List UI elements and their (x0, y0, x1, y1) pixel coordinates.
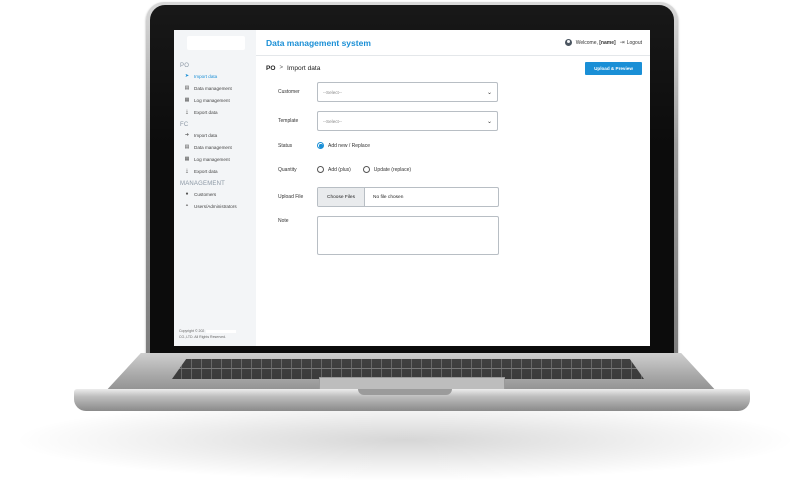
file-input[interactable]: Choose Files No file chosen (317, 187, 499, 207)
logout-label: Logout (626, 39, 642, 46)
quantity-radio-group: Add (plus) Update (replace) (317, 166, 411, 173)
template-row: Template --Select-- ⌄ (278, 111, 498, 131)
document-icon: ▤ (184, 144, 190, 150)
radio-checked-icon (317, 142, 324, 149)
chevron-down-icon: ⌄ (486, 89, 492, 96)
sidebar-item-label: Data management (194, 85, 232, 91)
redacted-year-block (206, 329, 237, 333)
sidebar-section-management: MANAGEMENT (180, 181, 226, 187)
keyboard (172, 359, 644, 379)
sidebar-section-fc: FC (180, 122, 189, 128)
sidebar-item-customers[interactable]: ● Customers (174, 188, 256, 200)
chevron-down-icon: ⌄ (486, 118, 492, 125)
note-row: Note (278, 216, 499, 255)
customer-label: Customer (278, 89, 300, 95)
sidebar-item-fc-log-management[interactable]: ▦ Log management (174, 153, 256, 165)
customer-select-value: --Select-- (323, 89, 342, 95)
app-title: Data management system (266, 37, 371, 48)
arrow-right-icon: ➤ (184, 73, 190, 79)
breadcrumb: PO > Import data (266, 65, 320, 72)
sidebar-item-label: Log management (194, 156, 230, 162)
sidebar-item-fc-data-management[interactable]: ▤ Data management (174, 141, 256, 153)
lid-notch (358, 389, 452, 395)
main-content: Data management system Welcome, [name] ⇥… (256, 30, 650, 346)
quantity-label: Quantity (278, 166, 297, 173)
logout-icon: ⇥ (619, 40, 625, 46)
app-window: PO ➤ Import data ▤ Data management ▦ Log… (174, 30, 650, 346)
status-option-label: Add new / Replace (328, 142, 370, 149)
welcome-prefix: Welcome, (575, 39, 598, 46)
breadcrumb-current: Import data (287, 64, 321, 72)
page-header: PO > Import data Upload & Preview (256, 56, 650, 80)
floor-shadow (20, 400, 790, 480)
document-icon: ▤ (184, 85, 190, 91)
copyright-line-2: CO.,LTD. All Rights Reserved. (179, 335, 227, 339)
sidebar-item-label: Export data (194, 109, 218, 115)
file-input-status: No file chosen (373, 194, 404, 200)
template-select[interactable]: --Select-- ⌄ (317, 111, 498, 131)
quantity-option-label: Update (replace) (373, 166, 412, 173)
users-icon: ◓ (185, 203, 189, 209)
sidebar-item-po-data-management[interactable]: ▤ Data management (174, 82, 256, 94)
status-row: Status Add new / Replace (278, 142, 370, 149)
sidebar-item-users-administrators[interactable]: ◓ Users/Administrators (174, 200, 256, 212)
status-radio-add-new-replace[interactable]: Add new / Replace (317, 142, 370, 149)
customer-select[interactable]: --Select-- ⌄ (317, 82, 498, 102)
welcome-text: Welcome, [name] (576, 40, 616, 46)
sidebar-item-label: Import data (194, 132, 218, 138)
radio-unchecked-icon (362, 166, 370, 173)
sidebar-section-po: PO (180, 63, 190, 69)
choose-files-button[interactable]: Choose Files (318, 188, 365, 206)
logout-link[interactable]: ⇥ Logout (619, 39, 642, 47)
radio-unchecked-icon (317, 166, 324, 173)
quantity-radio-add-plus[interactable]: Add (plus) (317, 166, 351, 173)
sidebar-item-po-log-management[interactable]: ▦ Log management (174, 94, 256, 106)
sidebar-item-label: Export data (194, 168, 218, 174)
sidebar-footer: Copyright © 202 CO.,LTD. All Rights Rese… (179, 328, 237, 340)
sidebar-item-label: Customers (194, 191, 217, 197)
sidebar-item-fc-import-data[interactable]: ➜ Import data (174, 129, 256, 141)
upload-label: Upload File (278, 194, 304, 200)
note-textarea[interactable] (317, 216, 499, 255)
status-label: Status (278, 142, 293, 149)
logo-placeholder (187, 36, 245, 50)
sidebar-item-label: Users/Administrators (194, 203, 237, 209)
download-icon: ⤓ (185, 109, 189, 115)
sidebar-item-label: Import data (194, 73, 218, 79)
upload-row: Upload File Choose Files No file chosen (278, 187, 499, 207)
template-select-value: --Select-- (323, 118, 342, 124)
sidebar-item-label: Data management (194, 144, 232, 150)
user-avatar-icon (564, 39, 572, 46)
customer-row: Customer --Select-- ⌄ (278, 82, 498, 102)
upload-preview-button[interactable]: Upload & Preview (585, 61, 642, 75)
log-icon: ▦ (184, 156, 190, 162)
log-icon: ▦ (184, 97, 190, 103)
sidebar-item-fc-export-data[interactable]: ⤓ Export data (174, 165, 256, 177)
note-label: Note (278, 218, 289, 224)
user-area: Welcome, [name] ⇥ Logout (564, 39, 642, 47)
breadcrumb-separator: > (279, 65, 284, 71)
top-bar: Data management system Welcome, [name] ⇥… (256, 30, 650, 56)
download-icon: ⤓ (185, 168, 189, 174)
sidebar-item-po-import-data[interactable]: ➤ Import data (174, 70, 256, 82)
quantity-option-label: Add (plus) (328, 166, 351, 173)
template-label: Template (278, 118, 299, 124)
user-name: [name] (599, 39, 616, 46)
breadcrumb-root[interactable]: PO (266, 65, 276, 72)
sidebar-item-po-export-data[interactable]: ⤓ Export data (174, 106, 256, 118)
copyright-line-1: Copyright © 202 (179, 329, 205, 333)
sidebar: PO ➤ Import data ▤ Data management ▦ Log… (174, 30, 256, 346)
user-icon: ● (185, 191, 189, 197)
sidebar-item-label: Log management (194, 97, 230, 103)
sidebar-nav: PO ➤ Import data ▤ Data management ▦ Log… (174, 62, 256, 212)
quantity-row: Quantity Add (plus) Update (replace) (278, 166, 411, 173)
import-icon: ➜ (184, 132, 190, 138)
quantity-radio-update-replace[interactable]: Update (replace) (362, 166, 412, 173)
